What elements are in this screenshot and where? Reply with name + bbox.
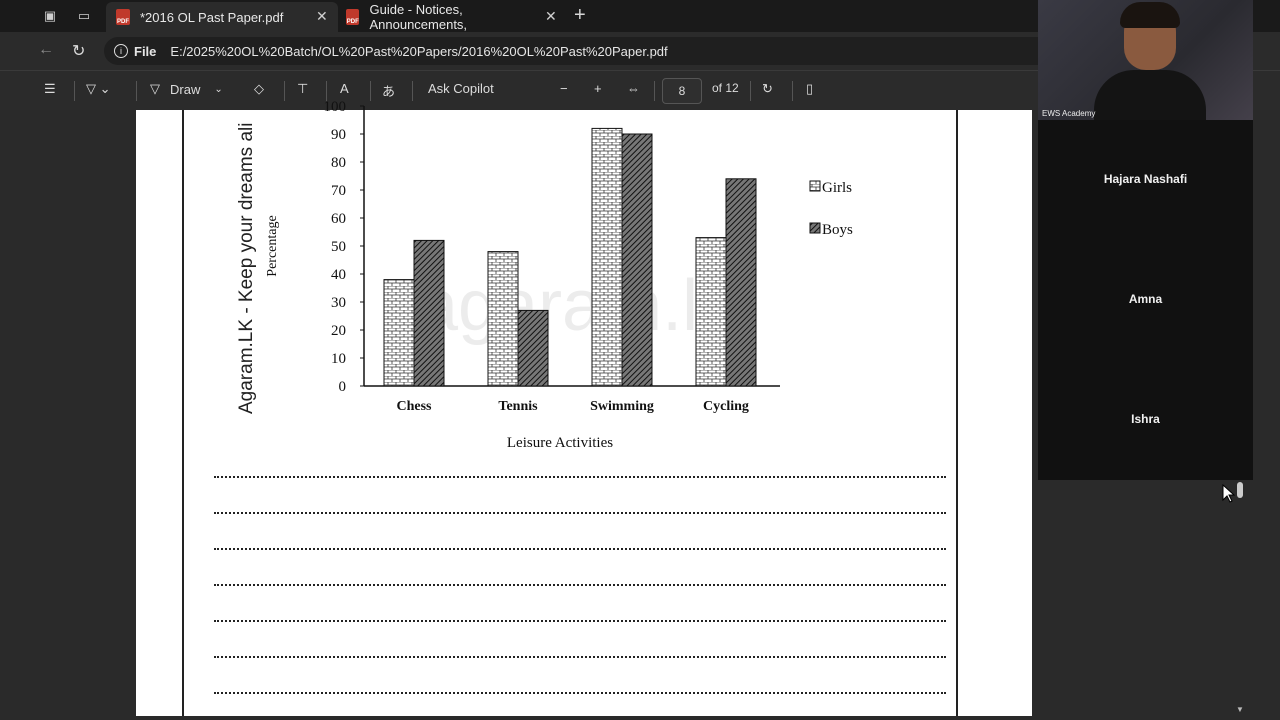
tab-label: Guide - Notices, Announcements, <box>369 2 468 32</box>
close-tab-icon[interactable]: ✕ <box>545 8 557 25</box>
divider <box>74 81 75 101</box>
answer-line <box>214 620 946 622</box>
video-feed: EWS Academy <box>1038 0 1253 120</box>
x-tick-label: Chess <box>396 399 432 414</box>
text-box-icon[interactable]: ⊤ <box>297 81 308 97</box>
pdf-page: Agaram.LK - Keep your dreams ali agaram.… <box>136 100 1032 716</box>
background-watermark: agaram.lk <box>418 266 735 346</box>
x-tick-label: Cycling <box>703 399 749 414</box>
video-label: EWS Academy <box>1042 109 1096 118</box>
url-text[interactable]: E:/2025%20OL%20Batch/OL%20Past%20Papers/… <box>170 44 667 59</box>
page-view-icon[interactable]: ▯ <box>806 81 813 97</box>
page-total: of 12 <box>712 81 739 95</box>
bar-boys-tennis <box>517 309 549 387</box>
divider <box>326 81 327 101</box>
contents-icon[interactable]: ☰ <box>44 81 56 97</box>
draw-button[interactable]: ▽ Draw ⌄ <box>150 81 223 97</box>
y-tick-label: 50 <box>331 239 346 255</box>
legend-label-girls: Girls <box>822 180 852 196</box>
zoom-in-icon[interactable]: + <box>594 81 602 96</box>
scroll-down-icon[interactable]: ▼ <box>1236 705 1244 714</box>
y-axis-label: Percentage <box>265 215 280 276</box>
y-tick-label: 10 <box>331 351 346 367</box>
bar-girls-swimming <box>591 127 623 387</box>
participant-name: Amna <box>1128 292 1163 306</box>
scrollbar-thumb[interactable] <box>1237 482 1243 498</box>
scrollbar[interactable]: ▼ <box>1232 480 1248 720</box>
bar-boys-cycling <box>725 178 757 387</box>
x-axis-label: Leisure Activities <box>507 435 613 451</box>
meeting-panel: EWS Academy Hajara Nashafi Amna Ishra <box>1038 0 1253 480</box>
chevron-down-icon: ⌄ <box>214 83 223 95</box>
y-tick-label: 20 <box>331 323 346 339</box>
rotate-icon[interactable]: ↻ <box>762 81 773 97</box>
page-border-right <box>956 110 958 716</box>
y-tick-label: 30 <box>331 295 346 311</box>
answer-line <box>214 584 946 586</box>
divider <box>750 81 751 101</box>
answer-line <box>214 692 946 694</box>
y-tick-label: 0 <box>339 379 347 395</box>
tab-guide[interactable]: PDF Guide - Notices, Announcements, <box>336 2 566 32</box>
page-border-left <box>182 110 184 716</box>
x-tick-label: Tennis <box>498 399 538 414</box>
y-tick-label: 80 <box>331 155 346 171</box>
divider <box>136 81 137 101</box>
y-tick-label: 90 <box>331 127 346 143</box>
bar-girls-cycling <box>695 237 727 387</box>
divider <box>412 81 413 101</box>
y-tick-label: 70 <box>331 183 346 199</box>
workspaces-icon[interactable]: ▣ <box>40 6 60 26</box>
x-tick-label: Swimming <box>590 399 654 414</box>
bar-girls-chess <box>383 279 415 387</box>
refresh-icon[interactable]: ↻ <box>72 41 85 61</box>
bar-boys-swimming <box>621 133 653 387</box>
y-tick-label: 40 <box>331 267 346 283</box>
pdf-icon: PDF <box>346 9 360 25</box>
participant-name: Hajara Nashafi <box>1103 172 1188 186</box>
presenter-body <box>1094 70 1206 120</box>
tab-actions-icon[interactable]: ▭ <box>74 6 94 26</box>
legend-swatch-boys <box>809 222 821 234</box>
bar-boys-chess <box>413 239 445 387</box>
tab-pdf[interactable]: PDF *2016 OL Past Paper.pdf <box>106 2 338 32</box>
answer-line <box>214 656 946 658</box>
divider <box>284 81 285 101</box>
divider <box>654 81 655 101</box>
divider <box>370 81 371 101</box>
close-tab-icon[interactable]: ✕ <box>316 8 328 25</box>
pdf-icon: PDF <box>116 9 130 25</box>
highlight-icon[interactable]: ▽ ⌄ <box>86 81 111 97</box>
new-tab-icon[interactable]: + <box>574 4 586 27</box>
file-label: File <box>134 43 157 59</box>
legend-swatch-girls <box>809 180 821 192</box>
ask-copilot-button[interactable]: Ask Copilot <box>428 81 494 96</box>
legend-label-boys: Boys <box>822 222 853 238</box>
y-tick-label: 100 <box>324 100 347 115</box>
divider <box>792 81 793 101</box>
address-bar[interactable]: i File E:/2025%20OL%20Batch/OL%20Past%20… <box>104 37 1064 65</box>
pen-icon: ▽ <box>150 81 160 96</box>
info-icon[interactable]: i <box>114 44 128 58</box>
draw-label: Draw <box>170 81 201 97</box>
read-aloud-icon[interactable]: A <box>340 81 349 96</box>
bar-girls-tennis <box>487 251 519 387</box>
mouse-cursor-icon <box>1222 484 1236 503</box>
fit-page-icon[interactable]: ⇔ <box>627 81 640 96</box>
answer-line <box>214 512 946 514</box>
zoom-out-icon[interactable]: − <box>560 81 568 96</box>
bar-chart: agaram.lk 0 10 20 30 40 50 60 70 80 90 100 Percentag… <box>265 100 853 451</box>
y-tick-label: 60 <box>331 211 346 227</box>
participant-name: Ishra <box>1131 412 1160 426</box>
presenter-hair <box>1120 2 1180 28</box>
answer-line <box>214 476 946 478</box>
back-icon[interactable]: ← <box>38 41 54 59</box>
translate-icon[interactable]: あ <box>382 81 395 100</box>
answer-line <box>214 548 946 550</box>
tab-label: *2016 OL Past Paper.pdf <box>140 9 284 25</box>
